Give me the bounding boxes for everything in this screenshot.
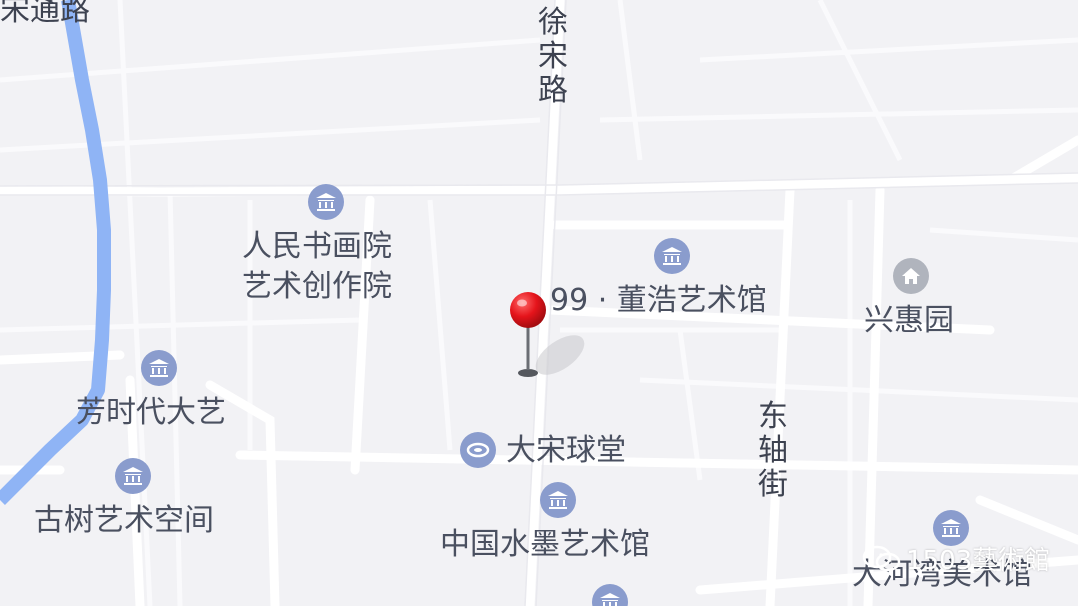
road-label-dongzhou: 东轴街 xyxy=(758,399,788,502)
stadium-glyph xyxy=(466,442,490,458)
road-label-songtong: 宋通路 xyxy=(0,0,90,28)
museum-icon[interactable] xyxy=(308,184,344,220)
map-view[interactable]: 宋通路 徐宋路 东轴街 人民书画院 艺术创作院 99 · 董浩艺术馆 兴惠园 芳… xyxy=(0,0,1078,606)
museum-icon[interactable] xyxy=(654,238,690,274)
poi-label-renmin-line2[interactable]: 艺术创作院 xyxy=(242,270,392,304)
poi-label-dong-hao[interactable]: 99 · 董浩艺术馆 xyxy=(550,284,767,318)
museum-glyph xyxy=(600,593,620,606)
dongzhou-street-line xyxy=(765,185,795,606)
museum-glyph xyxy=(316,193,336,211)
home-glyph xyxy=(902,268,920,284)
poi-label-china-ink[interactable]: 中国水墨艺术馆 xyxy=(440,528,650,562)
museum-icon[interactable] xyxy=(540,482,576,518)
museum-icon[interactable] xyxy=(115,458,151,494)
museum-glyph xyxy=(123,467,143,485)
location-pin-icon[interactable] xyxy=(508,290,550,380)
museum-glyph xyxy=(149,359,169,377)
poi-label-xinghui[interactable]: 兴惠园 xyxy=(864,304,954,338)
museum-glyph xyxy=(548,491,568,509)
poi-label-gushu[interactable]: 古树艺术空间 xyxy=(34,504,214,538)
road-label-xusong: 徐宋路 xyxy=(538,5,568,108)
poi-label-dasong-qiutang[interactable]: 大宋球堂 xyxy=(506,434,626,468)
wechat-icon xyxy=(862,545,901,572)
poi-label-fangshidai[interactable]: 芳时代大艺 xyxy=(76,396,226,430)
home-icon[interactable] xyxy=(893,258,929,294)
poi-label-renmin-line1[interactable]: 人民书画院 xyxy=(242,230,392,264)
museum-glyph xyxy=(941,519,961,537)
stadium-icon[interactable] xyxy=(460,432,496,468)
watermark-text: 1503藝術館 xyxy=(906,546,1051,576)
museum-icon[interactable] xyxy=(141,350,177,386)
museum-icon[interactable] xyxy=(933,510,969,546)
museum-glyph xyxy=(662,247,682,265)
